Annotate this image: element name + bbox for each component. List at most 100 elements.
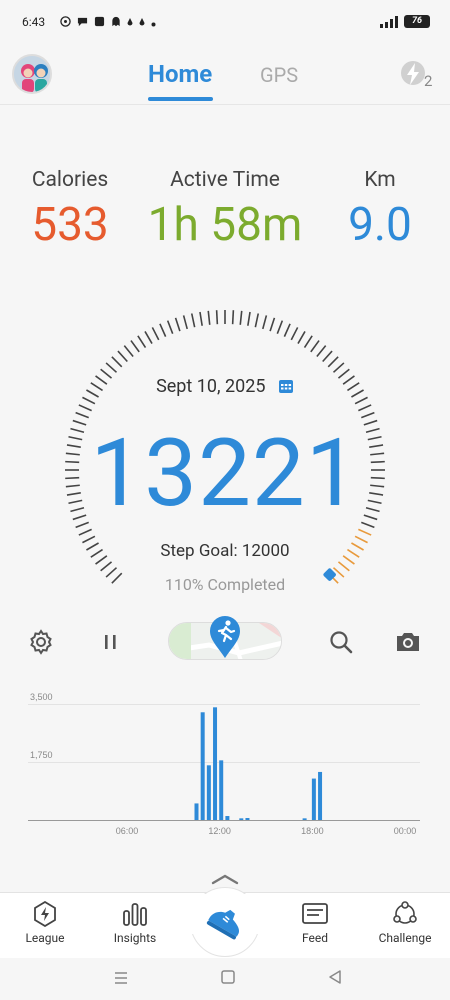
gauge-tick [123,345,134,358]
back-icon[interactable] [327,969,343,985]
chart-bar[interactable] [225,816,230,820]
chart-bar[interactable] [245,818,250,820]
battery-icon: 76 [404,15,430,28]
gauge-tick [82,396,96,405]
gauge-tick [78,528,92,536]
gauge-tick [276,320,284,334]
step-goal[interactable]: Step Goal: 12000 [0,541,450,561]
chart-x-tick-label: 18:00 [301,826,324,836]
gauge-tick [327,356,339,368]
gauge-tick [215,310,219,325]
camera-button[interactable] [393,627,423,657]
expand-button[interactable] [211,870,239,885]
gauge-tick [144,331,153,344]
distance-stat[interactable]: Km 9.0 [330,168,430,252]
bottom-nav: League Insights Feed Challenge [0,887,450,958]
chart-bar[interactable] [206,765,211,820]
gauge-tick [247,311,251,326]
nav-feed[interactable]: Feed [275,901,355,945]
chart-bar[interactable] [302,818,307,820]
ghost-icon [111,16,121,30]
calendar-icon[interactable] [278,378,294,394]
tab-gps[interactable]: GPS [260,63,298,87]
gauge-tick [332,362,345,373]
pause-button[interactable] [96,627,126,657]
step-count[interactable]: 13221 [0,418,450,528]
app-icon [94,16,105,30]
chart-bar[interactable] [213,707,218,820]
gauge-tick [78,404,92,412]
header-divider [0,104,450,105]
distance-label: Km [364,168,396,192]
gauge-tick [159,323,167,337]
gauge-tick [239,310,243,325]
boost-button[interactable]: 2 [398,58,438,92]
calories-stat[interactable]: Calories 533 [20,168,120,252]
status-right: 76 [380,15,430,28]
chart-bar[interactable] [194,803,199,820]
nav-insights[interactable]: Insights [95,901,175,945]
active-time-label: Active Time [170,168,280,192]
gauge-tick [269,317,276,332]
gauge-tick [100,561,113,572]
chart-bar[interactable] [239,818,244,820]
distance-value: 9.0 [348,198,412,252]
nav-feed-label: Feed [301,931,328,945]
chart-bar[interactable] [311,778,316,820]
menu-icon[interactable] [113,970,129,986]
date-label: Sept 10, 2025 [156,376,266,397]
search-icon [330,631,353,654]
dot-icon [151,17,156,30]
pause-icon [105,635,116,649]
nav-league-label: League [25,931,65,945]
active-time-stat[interactable]: Active Time 1h 58m [145,168,305,252]
gauge-tick [130,340,140,353]
completed-percent: 110% Completed [164,575,286,594]
chart-bar[interactable] [219,760,224,820]
chart-y-tick-label: 1,750 [30,750,53,760]
gauge-tick [151,327,160,341]
challenge-icon [393,901,417,924]
start-run-marker[interactable] [207,614,243,660]
gauge-tick [174,317,181,332]
whatsapp-icon [60,16,71,30]
drop-icon [127,17,133,30]
league-icon [34,901,56,927]
camera-icon [397,633,419,651]
avatar[interactable] [12,54,52,94]
gauge-tick [310,340,320,353]
nav-challenge[interactable]: Challenge [365,901,445,945]
gauge-tick [337,561,350,572]
hourly-steps-chart[interactable]: 3,500 1,750 06:00 12:00 18:00 00:00 [0,690,450,840]
system-navigation-bar [0,958,450,1000]
chart-bar[interactable] [318,771,323,820]
chart-bar[interactable] [200,712,205,820]
gauge-tick [254,313,260,328]
tab-home[interactable]: Home [148,60,212,88]
gauge-tick [262,315,268,330]
gauge-tick [111,356,123,368]
sneaker-icon[interactable] [203,901,247,945]
date-row[interactable]: Sept 10, 2025 [0,376,450,397]
gauge-tick [354,396,368,405]
running-person-icon [210,616,240,658]
gauge-tick [290,327,299,341]
gauge-tick [207,310,211,325]
gauge-tick [137,335,147,348]
calories-value: 533 [31,198,109,252]
gauge-tick [283,323,291,337]
settings-button[interactable] [26,627,56,657]
chart-x-tick-label: 12:00 [208,826,231,836]
status-bar: 6:43 76 [0,0,450,50]
gauge-tick [358,404,372,412]
search-button[interactable] [326,627,356,657]
gauge-tick [303,335,313,348]
gauge-tick [231,310,235,325]
chart-x-tick-label: 06:00 [116,826,139,836]
calories-label: Calories [31,168,109,192]
gauge-tick [199,311,203,326]
nav-league[interactable]: League [5,901,85,945]
home-icon[interactable] [220,969,236,985]
feed-icon [302,903,328,924]
gauge-tick [190,313,196,328]
